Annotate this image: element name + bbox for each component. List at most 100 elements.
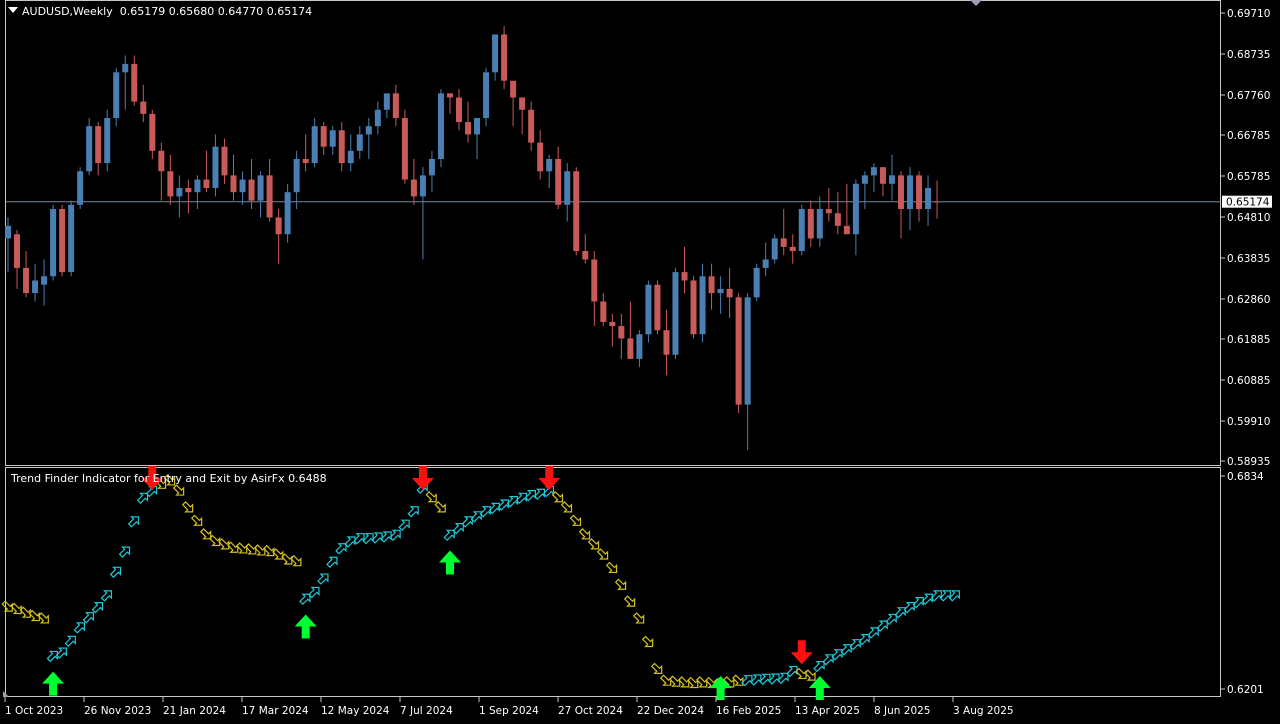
- candle-body: [347, 150, 354, 164]
- candle-body: [41, 276, 48, 285]
- candle-body: [293, 158, 300, 193]
- candle-body: [140, 101, 147, 114]
- candle-body: [266, 175, 273, 218]
- time-tick-label: 1 Oct 2023: [5, 705, 63, 717]
- candle-body: [591, 259, 598, 302]
- candle-body: [194, 179, 201, 193]
- candle-body: [816, 209, 823, 239]
- candle-body: [528, 109, 535, 143]
- candle-body: [275, 217, 282, 235]
- chart-canvas[interactable]: 0.69710 0.68735 0.67760 0.66785 0.65785 0.648…: [0, 0, 1280, 720]
- candle-body: [95, 126, 102, 164]
- candle-body: [230, 175, 237, 193]
- candle-body: [735, 297, 742, 405]
- candle-body: [663, 330, 670, 355]
- candle-body: [68, 204, 75, 273]
- candle-body: [573, 171, 580, 252]
- candle-body: [437, 93, 444, 159]
- candle-body: [699, 276, 706, 335]
- candle-body: [203, 179, 210, 188]
- candle-body: [383, 93, 390, 110]
- time-tick-label: 1 Sep 2024: [479, 705, 539, 717]
- candle-body: [167, 171, 174, 197]
- candle-body: [59, 209, 66, 273]
- candle-body: [897, 175, 904, 210]
- candle-body: [708, 276, 715, 294]
- candle-body: [753, 267, 760, 298]
- candle-body: [888, 175, 895, 184]
- time-tick-label: 13 Apr 2025: [795, 705, 860, 717]
- candle-body: [149, 113, 156, 151]
- candle-body: [239, 179, 246, 193]
- candle-body: [681, 272, 688, 281]
- current-price-label: 0.65174: [1226, 197, 1270, 209]
- time-tick-label: 16 Feb 2025: [716, 705, 781, 717]
- candle-body: [248, 179, 255, 201]
- price-tick-label: 0.63835: [1227, 253, 1270, 265]
- candle-body: [564, 171, 571, 205]
- symbol-header: AUDUSD,Weekly 0.65179 0.65680 0.64770 0.…: [22, 5, 313, 18]
- candle-body: [600, 301, 607, 322]
- candle-body: [465, 122, 472, 135]
- candle-body: [627, 338, 634, 359]
- candle-body: [510, 80, 517, 98]
- candle-body: [861, 175, 868, 184]
- candle-body: [320, 126, 327, 147]
- candle-body: [726, 288, 733, 298]
- candle-body: [934, 201, 941, 203]
- candle-body: [492, 34, 499, 73]
- candle-body: [410, 179, 417, 197]
- candle-body: [311, 126, 318, 164]
- candle-body: [654, 284, 661, 331]
- candle-body: [690, 280, 697, 335]
- candle-body: [546, 158, 553, 172]
- candle-body: [672, 272, 679, 355]
- candle-body: [284, 192, 291, 235]
- candle-body: [555, 158, 562, 205]
- indicator-title: Trend Finder Indicator for Entry and Exi…: [11, 472, 327, 485]
- candle-body: [771, 238, 778, 260]
- candle-body: [401, 117, 408, 180]
- candle-body: [131, 63, 138, 102]
- candle-body: [609, 321, 616, 327]
- time-tick-label: 12 May 2024: [321, 705, 390, 717]
- mt4-chart-window[interactable]: 0.69710 0.68735 0.67760 0.66785 0.65785 0.648…: [0, 0, 1280, 720]
- candle-body: [834, 213, 841, 226]
- time-tick-label: 22 Dec 2024: [637, 705, 704, 717]
- candle-body: [744, 297, 751, 405]
- candle-body: [158, 150, 165, 172]
- candle-body: [221, 146, 228, 176]
- price-tick-label: 0.67760: [1227, 90, 1270, 102]
- candle-body: [717, 288, 724, 294]
- price-tick-label: 0.68735: [1227, 49, 1270, 61]
- price-tick-label: 0.66785: [1227, 130, 1270, 142]
- candle-body: [907, 175, 913, 210]
- candle-body: [5, 225, 11, 239]
- symbol-menu-triangle-icon[interactable]: [8, 7, 18, 13]
- price-tick-label: 0.60885: [1227, 375, 1270, 387]
- candle-body: [762, 259, 769, 268]
- candle-body: [113, 72, 120, 118]
- candle-body: [392, 93, 399, 118]
- candle-body: [780, 238, 787, 247]
- time-tick-label: 8 Jun 2025: [874, 705, 930, 717]
- indicator-tick-label: 0.6201: [1227, 684, 1264, 696]
- candle-body: [537, 142, 544, 172]
- candle-body: [446, 93, 453, 98]
- candle-body: [925, 187, 932, 210]
- candle-body: [825, 209, 832, 214]
- time-tick-label: 26 Nov 2023: [84, 705, 151, 717]
- candle-body: [582, 251, 589, 260]
- candle-body: [302, 158, 309, 164]
- candle-body: [807, 209, 814, 239]
- candle-body: [879, 167, 886, 184]
- time-tick-label: 17 Mar 2024: [242, 705, 309, 717]
- candle-body: [483, 72, 490, 118]
- candle-body: [86, 126, 93, 172]
- price-tick-label: 0.65785: [1227, 171, 1270, 183]
- candle-body: [50, 209, 57, 277]
- time-tick-label: 27 Oct 2024: [558, 705, 623, 717]
- candle-body: [501, 34, 508, 81]
- candle-body: [23, 267, 30, 294]
- candle-body: [798, 209, 805, 252]
